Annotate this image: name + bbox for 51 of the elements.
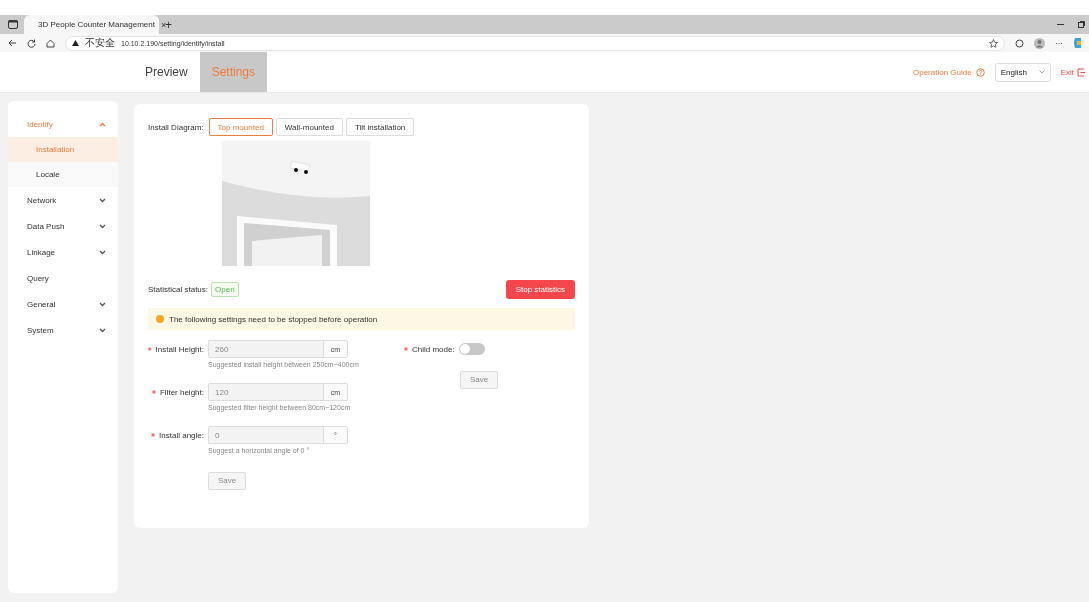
chevron-icon: [99, 301, 106, 307]
status-badge: Open: [211, 282, 239, 297]
sidebar-subitem[interactable]: Locale: [8, 162, 118, 187]
restore-icon[interactable]: [1078, 21, 1085, 28]
required-icon: [151, 433, 156, 437]
required-icon: [151, 390, 156, 394]
warning-text: The following settings need to be stopped before operation: [169, 314, 378, 324]
home-icon[interactable]: [46, 38, 55, 48]
reload-icon[interactable]: [27, 38, 36, 48]
extension-icon[interactable]: [1015, 38, 1024, 48]
more-menu[interactable]: ···: [1055, 38, 1063, 48]
mount-option[interactable]: Tilt installation: [345, 118, 415, 136]
copilot-icon[interactable]: [1073, 38, 1081, 48]
field-label: Child mode:: [404, 340, 455, 358]
warning-icon: [156, 315, 164, 323]
nav-tab[interactable]: Preview: [133, 52, 200, 92]
chevron-icon: [1038, 70, 1045, 74]
chevron-icon: [99, 249, 106, 255]
required-icon: [404, 347, 408, 351]
chevron-icon: [99, 223, 106, 229]
child-mode-toggle[interactable]: [458, 343, 485, 355]
exit-link[interactable]: Exit: [1060, 67, 1074, 77]
chevron-icon: [99, 327, 106, 333]
field-label: Install Height:: [148, 340, 204, 358]
back-icon[interactable]: [8, 39, 17, 47]
tab-title: 3D People Counter Management: [38, 20, 155, 29]
sidebar-item[interactable]: General: [8, 291, 118, 317]
sidebar-item[interactable]: Data Push: [8, 213, 118, 239]
sidebar-item[interactable]: Linkage: [8, 239, 118, 265]
star-icon[interactable]: [989, 38, 998, 48]
chevron-icon: [99, 197, 106, 203]
language-select[interactable]: English: [994, 62, 1051, 82]
new-tab-button[interactable]: +: [165, 17, 172, 32]
exit-icon[interactable]: [1077, 67, 1085, 77]
mount-option[interactable]: Wall-mounted: [275, 118, 343, 136]
tab-panel-icon[interactable]: [8, 20, 18, 29]
profile-avatar-icon[interactable]: [1034, 37, 1045, 49]
field-label: Install angle:: [148, 426, 204, 444]
field-label: Filter height:: [148, 383, 204, 401]
sidebar-item[interactable]: Query: [8, 265, 118, 291]
install-diagram-label: Install Diagram:: [148, 122, 204, 132]
chevron-icon: [99, 121, 106, 127]
warning-icon: [72, 40, 79, 46]
status-label: Statistical status:: [148, 285, 209, 294]
sidebar-item[interactable]: System: [8, 317, 118, 343]
stop-statistics-button[interactable]: Stop statistics: [505, 280, 575, 299]
required-icon: [148, 347, 152, 351]
help-icon[interactable]: [975, 67, 985, 77]
sidebar-item[interactable]: Network: [8, 187, 118, 213]
security-label: 不安全: [85, 36, 115, 50]
tab-close[interactable]: ×: [160, 19, 167, 30]
